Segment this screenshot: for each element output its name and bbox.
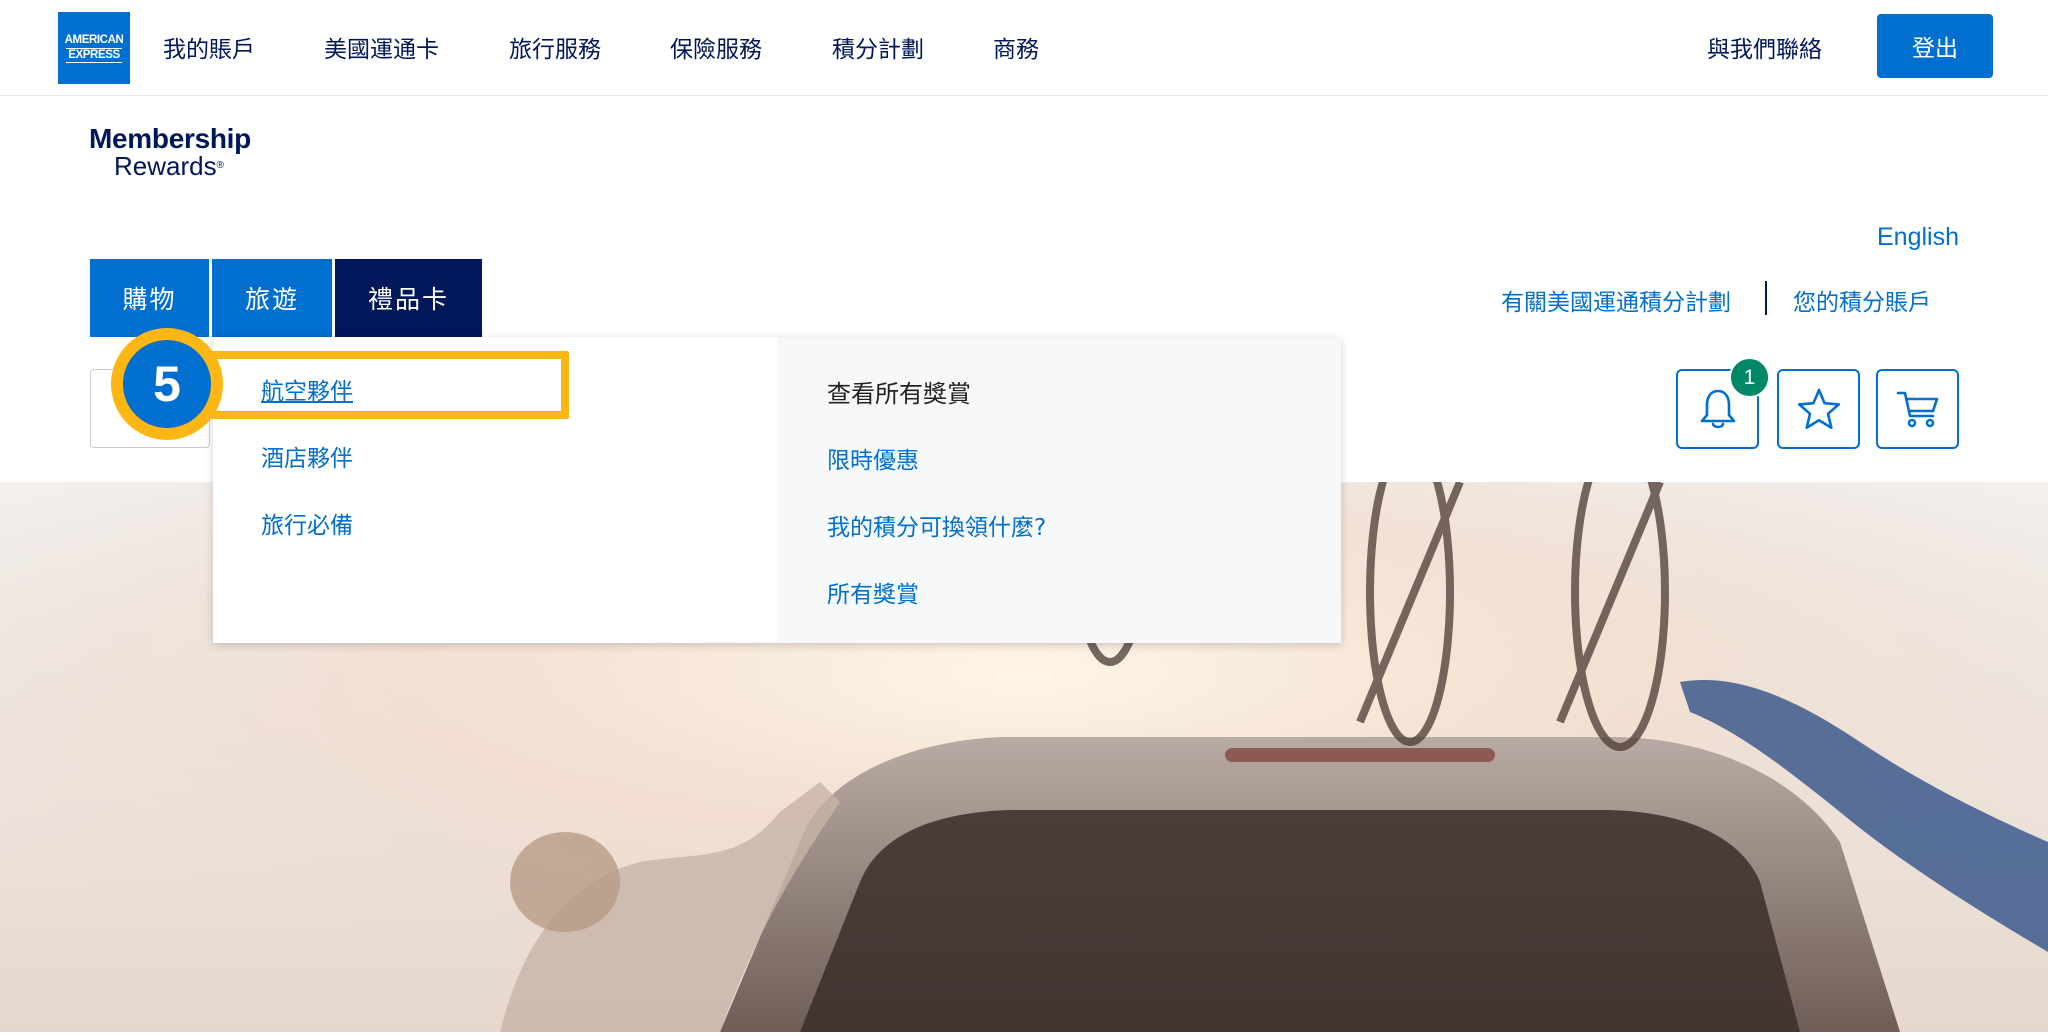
nav-rewards-program[interactable]: 積分計劃 xyxy=(832,30,924,64)
rewards-account-link[interactable]: 您的積分賬戶 xyxy=(1793,283,1931,317)
menu-item-airline-partners[interactable]: 航空夥伴 xyxy=(261,372,353,406)
logo-line-1: AMERICAN xyxy=(64,33,124,46)
contact-us-link[interactable]: 與我們聯絡 xyxy=(1707,30,1822,64)
cart-icon xyxy=(1896,391,1938,428)
nav-my-account[interactable]: 我的賬戶 xyxy=(163,30,255,64)
cart-button[interactable] xyxy=(1876,369,1959,449)
nav-travel-services[interactable]: 旅行服務 xyxy=(509,30,601,64)
logo-rewards-line: Rewards® xyxy=(89,151,251,181)
menu-item-hotel-partners[interactable]: 酒店夥伴 xyxy=(261,439,353,473)
bell-icon xyxy=(1700,389,1735,429)
global-header: AMERICAN EXPRESS 我的賬戶 美國運通卡 旅行服務 保險服務 積分… xyxy=(0,0,2048,96)
membership-rewards-logo[interactable]: Membership Rewards® xyxy=(89,123,251,181)
star-icon xyxy=(1797,388,1840,429)
nav-business[interactable]: 商務 xyxy=(993,30,1039,64)
tab-shopping[interactable]: 購物 xyxy=(90,259,209,337)
logout-button[interactable]: 登出 xyxy=(1877,14,1993,78)
amex-logo[interactable]: AMERICAN EXPRESS xyxy=(58,12,130,84)
menu-item-limited-offers[interactable]: 限時優惠 xyxy=(827,441,919,475)
utility-divider xyxy=(1765,281,1767,315)
menu-item-all-rewards[interactable]: 所有獎賞 xyxy=(827,575,919,609)
logo-rewards-text: Rewards xyxy=(114,151,217,181)
step-number: 5 xyxy=(123,340,211,428)
tab-travel[interactable]: 旅遊 xyxy=(212,259,332,337)
view-all-rewards-heading: 查看所有獎賞 xyxy=(827,380,971,408)
logo-line-2: EXPRESS xyxy=(66,47,122,63)
language-toggle[interactable]: English xyxy=(1877,223,1959,252)
notification-count-badge: 1 xyxy=(1729,357,1770,398)
tutorial-step-badge: 5 xyxy=(111,328,223,440)
favorites-button[interactable] xyxy=(1777,369,1860,449)
nav-cards[interactable]: 美國運通卡 xyxy=(324,30,439,64)
about-rewards-link[interactable]: 有關美國運通積分計劃 xyxy=(1501,283,1731,317)
menu-item-what-can-i-redeem[interactable]: 我的積分可換領什麼? xyxy=(827,508,1046,542)
gift-card-dropdown-menu: 航空夥伴 酒店夥伴 旅行必備 查看所有獎賞 限時優惠 我的積分可換領什麼? 所有… xyxy=(213,337,1341,643)
logo-membership-text: Membership xyxy=(89,123,251,154)
menu-item-travel-essentials[interactable]: 旅行必備 xyxy=(261,506,353,540)
registered-mark: ® xyxy=(216,160,224,171)
tab-gift-card[interactable]: 禮品卡 xyxy=(335,259,482,337)
nav-insurance[interactable]: 保險服務 xyxy=(670,30,762,64)
